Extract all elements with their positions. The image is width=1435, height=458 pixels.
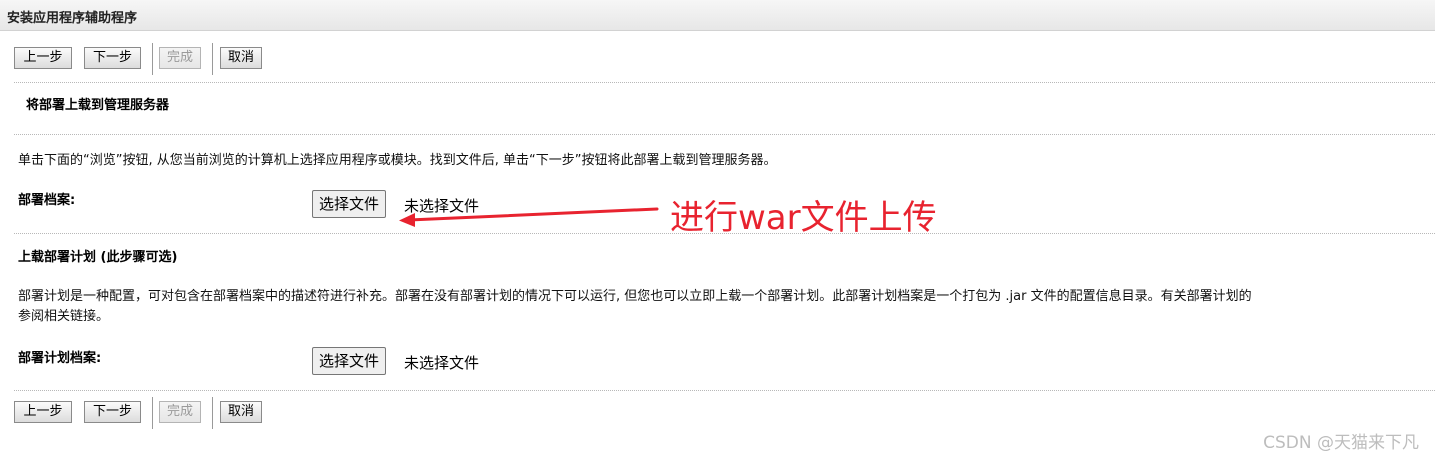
section-heading-upload: 将部署上载到管理服务器 <box>26 98 170 113</box>
finish-button-bottom[interactable]: 完成 <box>159 401 201 423</box>
toolbar-divider <box>152 43 153 75</box>
divider <box>14 134 1435 135</box>
archive-choose-file-button[interactable]: 选择文件 <box>312 190 387 218</box>
plan-file-status: 未选择文件 <box>404 354 480 372</box>
toolbar-divider <box>212 397 213 429</box>
upload-instruction: 单击下面的“浏览”按钮, 从您当前浏览的计算机上选择应用程序或模块。找到文件后,… <box>18 153 777 168</box>
next-button-bottom[interactable]: 下一步 <box>84 401 141 423</box>
toolbar-divider <box>212 43 213 75</box>
window-titlebar: 安装应用程序辅助程序 <box>0 0 1435 31</box>
annotation-arrow <box>399 207 659 227</box>
toolbar-divider <box>152 397 153 429</box>
plan-description-line2: 参阅相关链接。 <box>18 309 110 324</box>
window-title: 安装应用程序辅助程序 <box>7 11 138 26</box>
cancel-button-bottom[interactable]: 取消 <box>220 401 262 423</box>
prev-button-top[interactable]: 上一步 <box>14 47 72 69</box>
section-heading-plan: 上载部署计划 (此步骤可选) <box>18 250 178 265</box>
annotation-text: 进行war文件上传 <box>670 198 937 238</box>
finish-button-top[interactable]: 完成 <box>159 47 201 69</box>
divider <box>14 390 1435 391</box>
archive-label: 部署档案: <box>18 193 76 208</box>
plan-description-line1: 部署计划是一种配置，可对包含在部署档案中的描述符进行补充。部署在没有部署计划的情… <box>18 289 1252 304</box>
next-button-top[interactable]: 下一步 <box>84 47 141 69</box>
cancel-button-top[interactable]: 取消 <box>220 47 262 69</box>
plan-label: 部署计划档案: <box>18 351 102 366</box>
prev-button-bottom[interactable]: 上一步 <box>14 401 72 423</box>
plan-choose-file-button[interactable]: 选择文件 <box>312 347 387 375</box>
watermark: CSDN @天猫来下凡 <box>1263 433 1419 453</box>
divider <box>14 82 1435 83</box>
